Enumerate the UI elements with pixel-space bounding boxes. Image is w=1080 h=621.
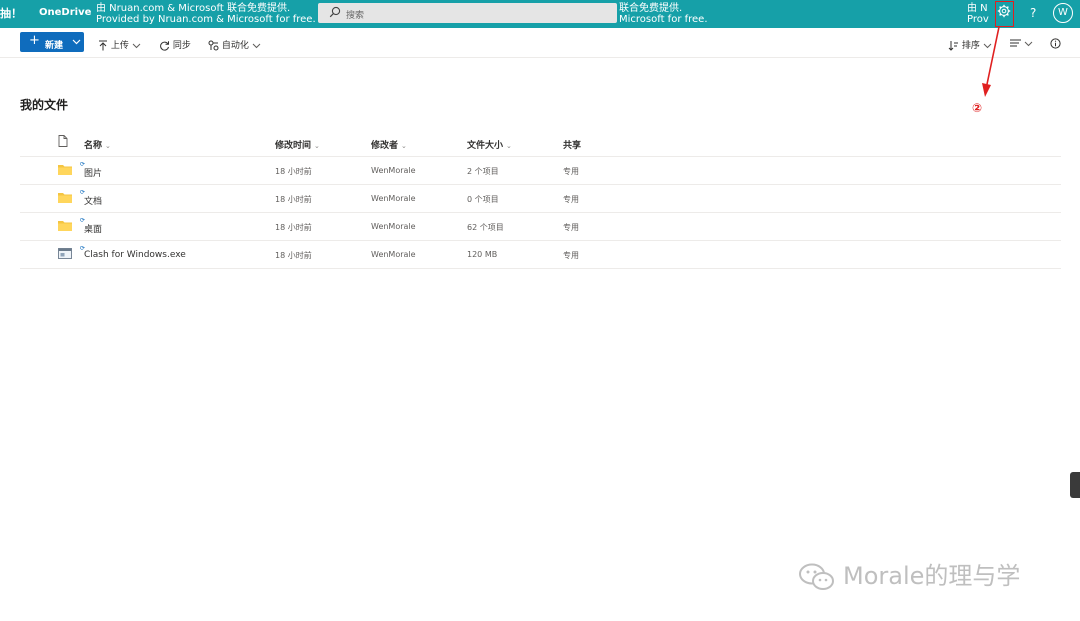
column-header-sharing[interactable]: 共享 [563, 138, 581, 151]
chevron-down-icon [132, 43, 141, 49]
help-button[interactable]: ? [1030, 6, 1036, 20]
file-list-header: 名称 ⌄ 修改时间 ⌄ 修改者 ⌄ 文件大小 ⌄ 共享 [20, 130, 1061, 157]
upload-button[interactable]: 上传 [98, 38, 141, 51]
column-header-name[interactable]: 名称 ⌄ [84, 138, 111, 151]
sharing-status: 专用 [563, 167, 579, 176]
side-scroll-handle[interactable] [1070, 472, 1080, 498]
command-bar: + 新建 上传 同步 自动化 排序 [0, 28, 1080, 58]
plus-icon: + [29, 33, 40, 48]
column-header-file-size[interactable]: 文件大小 ⌄ [467, 138, 512, 151]
folder-icon [58, 221, 72, 231]
exe-file-icon [58, 248, 72, 259]
banner-text-right: 由 N Prov [967, 3, 989, 25]
banner-text-middle: 联合免费提供. Microsoft for free. [619, 3, 708, 25]
new-button[interactable]: + 新建 [20, 32, 84, 52]
search-input[interactable]: 搜索 [318, 3, 617, 23]
column-header-modified-by[interactable]: 修改者 ⌄ [371, 138, 407, 151]
file-type-icon[interactable] [58, 135, 68, 147]
file-list: 名称 ⌄ 修改时间 ⌄ 修改者 ⌄ 文件大小 ⌄ 共享 ⟳ 图片 18 小时前 WenM… [20, 130, 1061, 269]
search-icon [329, 6, 341, 18]
sync-button[interactable]: 同步 [159, 38, 191, 51]
annotation-number: ② [972, 101, 983, 115]
file-size: 0 个项目 [467, 195, 499, 204]
wechat-logo-icon [799, 563, 834, 590]
top-bar-edge-text: 抽！ [0, 7, 22, 20]
chevron-down-icon [252, 43, 261, 49]
view-options-button[interactable] [1010, 38, 1033, 49]
modified-time: 18 小时前 [275, 167, 312, 176]
app-name-link[interactable]: OneDrive [39, 7, 91, 18]
annotation-highlight-box [995, 1, 1014, 27]
avatar[interactable]: W [1053, 3, 1073, 23]
search-placeholder: 搜索 [346, 11, 365, 21]
modified-by: WenMorale [371, 250, 416, 259]
sharing-status: 专用 [563, 251, 579, 260]
page-title: 我的文件 [20, 98, 69, 112]
top-bar: 抽！ OneDrive 由 Nruan.com & Microsoft 联合免费… [0, 0, 1080, 28]
modified-time: 18 小时前 [275, 251, 312, 260]
sharing-status: 专用 [563, 195, 579, 204]
modified-by: WenMorale [371, 194, 416, 203]
file-size: 62 个项目 [467, 223, 504, 232]
column-header-modified[interactable]: 修改时间 ⌄ [275, 138, 320, 151]
list-view-icon [1010, 39, 1021, 47]
table-row[interactable]: ⟳ Clash for Windows.exe 18 小时前 WenMorale… [20, 241, 1061, 269]
chevron-down-icon [1024, 41, 1033, 46]
sync-icon [160, 41, 169, 51]
file-name[interactable]: 图片 [84, 166, 102, 179]
table-row[interactable]: ⟳ 图片 18 小时前 WenMorale 2 个项目 专用 [20, 157, 1061, 185]
chevron-down-icon [72, 39, 81, 45]
banner-text: 由 Nruan.com & Microsoft 联合免费提供. Provided… [96, 3, 316, 25]
automate-icon [208, 40, 219, 51]
folder-icon [58, 193, 72, 203]
modified-time: 18 小时前 [275, 223, 312, 232]
info-button[interactable] [1050, 38, 1061, 49]
modified-by: WenMorale [371, 222, 416, 231]
sharing-status: 专用 [563, 223, 579, 232]
watermark: Morale的理与学 [797, 556, 1020, 592]
folder-icon [58, 165, 72, 175]
info-icon [1050, 38, 1061, 49]
file-size: 120 MB [467, 250, 498, 259]
modified-by: WenMorale [371, 166, 416, 175]
table-row[interactable]: ⟳ 桌面 18 小时前 WenMorale 62 个项目 专用 [20, 213, 1061, 241]
upload-icon [99, 40, 107, 51]
table-row[interactable]: ⟳ 文档 18 小时前 WenMorale 0 个项目 专用 [20, 185, 1061, 213]
modified-time: 18 小时前 [275, 195, 312, 204]
file-name[interactable]: 文档 [84, 194, 102, 207]
file-name[interactable]: 桌面 [84, 222, 102, 235]
sort-icon [948, 41, 958, 51]
automate-button[interactable]: 自动化 [208, 38, 261, 51]
annotation-arrow [982, 26, 1000, 97]
file-size: 2 个项目 [467, 167, 499, 176]
file-name[interactable]: Clash for Windows.exe [84, 250, 186, 260]
